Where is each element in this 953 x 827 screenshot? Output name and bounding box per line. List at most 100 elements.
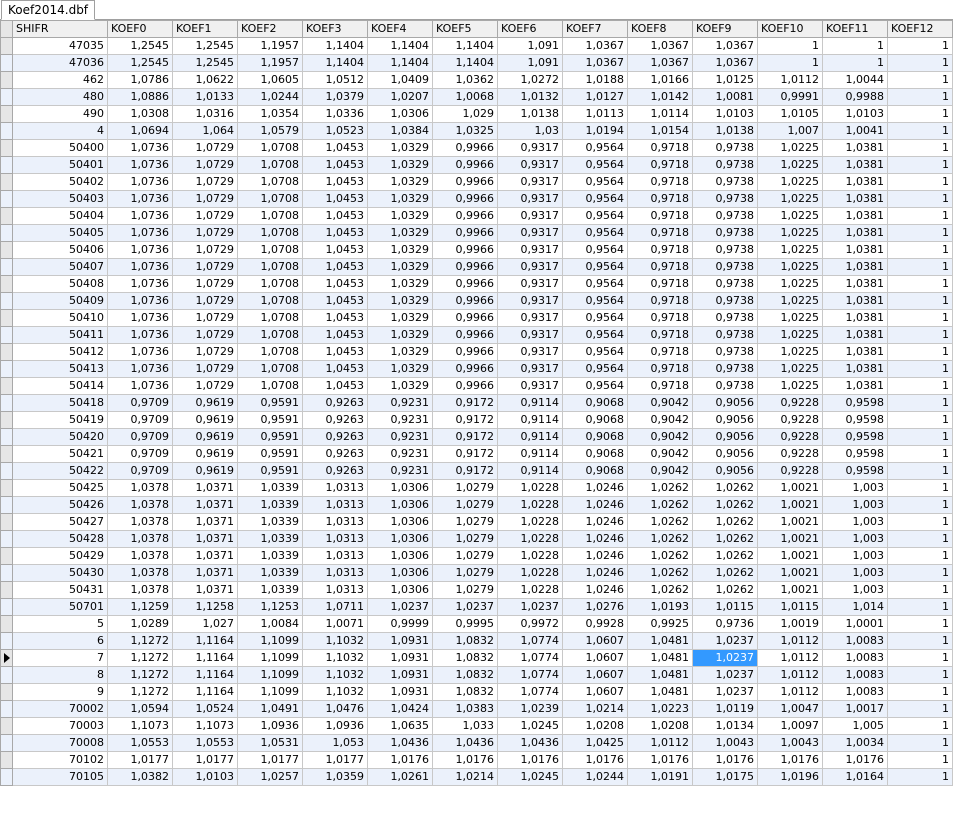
cell-koef3[interactable]: 1,0313 [302,479,368,497]
cell-koef9[interactable]: 0,9738 [692,360,758,378]
cell-koef3[interactable]: 1,1032 [302,683,368,701]
cell-koef2[interactable]: 1,0339 [237,513,303,531]
cell-koef4[interactable]: 1,0261 [367,768,433,786]
cell-koef6[interactable]: 0,9317 [497,224,563,242]
cell-koef5[interactable]: 1,0279 [432,564,498,582]
cell-koef8[interactable]: 1,0481 [627,666,693,684]
cell-koef6[interactable]: 0,9114 [497,462,563,480]
row-indicator[interactable] [0,156,13,174]
cell-koef12[interactable]: 1 [887,700,953,718]
cell-koef1[interactable]: 1,0553 [172,734,238,752]
cell-koef3[interactable]: 1,0936 [302,717,368,735]
cell-koef1[interactable]: 1,0371 [172,479,238,497]
cell-koef12[interactable]: 1 [887,666,953,684]
cell-koef12[interactable]: 1 [887,564,953,582]
cell-koef6[interactable]: 1,091 [497,37,563,55]
cell-koef6[interactable]: 1,0436 [497,734,563,752]
cell-koef12[interactable]: 1 [887,360,953,378]
cell-koef5[interactable]: 1,0237 [432,598,498,616]
table-row[interactable]: 50408 1,0736 1,0729 1,0708 1,0453 1,0329 0,996… [0,275,953,293]
cell-koef1[interactable]: 0,9619 [172,394,238,412]
cell-koef9[interactable]: 1,0125 [692,71,758,89]
cell-koef7[interactable]: 0,9564 [562,377,628,395]
row-indicator[interactable] [0,173,13,191]
cell-shifr[interactable]: 50410 [12,309,108,327]
row-indicator[interactable] [0,564,13,582]
cell-koef11[interactable]: 0,9598 [822,428,888,446]
cell-koef11[interactable]: 1,0381 [822,224,888,242]
cell-koef0[interactable]: 1,0736 [107,377,173,395]
cell-koef12[interactable]: 1 [887,615,953,633]
cell-koef8[interactable]: 0,9718 [627,360,693,378]
cell-koef12[interactable]: 1 [887,139,953,157]
cell-koef5[interactable]: 0,9966 [432,241,498,259]
cell-koef3[interactable]: 1,0453 [302,292,368,310]
cell-koef12[interactable]: 1 [887,309,953,327]
cell-koef0[interactable]: 1,0736 [107,343,173,361]
cell-koef8[interactable]: 1,0142 [627,88,693,106]
cell-koef12[interactable]: 1 [887,343,953,361]
cell-koef3[interactable]: 1,0313 [302,496,368,514]
cell-koef1[interactable]: 1,0371 [172,564,238,582]
cell-koef5[interactable]: 0,9966 [432,224,498,242]
cell-koef2[interactable]: 1,0708 [237,156,303,174]
cell-koef6[interactable]: 1,0228 [497,530,563,548]
cell-koef9[interactable]: 1,0262 [692,479,758,497]
cell-koef9[interactable]: 1,0081 [692,88,758,106]
cell-koef5[interactable]: 0,9995 [432,615,498,633]
cell-koef2[interactable]: 0,9591 [237,394,303,412]
cell-koef1[interactable]: 1,0729 [172,190,238,208]
cell-koef4[interactable]: 1,0329 [367,326,433,344]
cell-koef0[interactable]: 1,0736 [107,309,173,327]
cell-koef1[interactable]: 1,0371 [172,581,238,599]
cell-koef1[interactable]: 1,0729 [172,139,238,157]
cell-koef3[interactable]: 1,0453 [302,173,368,191]
cell-koef11[interactable]: 1,0381 [822,241,888,259]
cell-koef9[interactable]: 0,9738 [692,190,758,208]
cell-koef5[interactable]: 0,9966 [432,190,498,208]
cell-shifr[interactable]: 490 [12,105,108,123]
cell-koef8[interactable]: 1,0262 [627,513,693,531]
cell-koef0[interactable]: 1,0594 [107,700,173,718]
cell-koef8[interactable]: 1,0114 [627,105,693,123]
cell-koef1[interactable]: 1,0729 [172,224,238,242]
cell-koef11[interactable]: 1,0001 [822,615,888,633]
cell-koef5[interactable]: 0,9172 [432,394,498,412]
cell-koef7[interactable]: 0,9068 [562,462,628,480]
cell-koef1[interactable]: 1,0371 [172,530,238,548]
row-indicator[interactable] [0,411,13,429]
cell-koef7[interactable]: 1,0208 [562,717,628,735]
table-row[interactable]: 50405 1,0736 1,0729 1,0708 1,0453 1,0329 0,996… [0,224,953,242]
row-indicator[interactable] [0,768,13,786]
cell-koef9[interactable]: 1,0138 [692,122,758,140]
table-row[interactable]: 70002 1,0594 1,0524 1,0491 1,0476 1,0424 1,038… [0,700,953,718]
column-header-koef5[interactable]: KOEF5 [432,20,498,38]
cell-koef2[interactable]: 1,0491 [237,700,303,718]
cell-koef0[interactable]: 1,0378 [107,564,173,582]
cell-koef1[interactable]: 1,0316 [172,105,238,123]
cell-koef7[interactable]: 0,9564 [562,224,628,242]
cell-shifr[interactable]: 50429 [12,547,108,565]
cell-koef4[interactable]: 1,0384 [367,122,433,140]
cell-koef4[interactable]: 1,0329 [367,360,433,378]
cell-koef7[interactable]: 0,9564 [562,343,628,361]
cell-koef2[interactable]: 0,9591 [237,411,303,429]
cell-koef12[interactable]: 1 [887,122,953,140]
column-header-koef3[interactable]: KOEF3 [302,20,368,38]
cell-shifr[interactable]: 9 [12,683,108,701]
cell-koef7[interactable]: 1,0246 [562,530,628,548]
cell-koef0[interactable]: 1,0378 [107,496,173,514]
cell-koef4[interactable]: 1,0436 [367,734,433,752]
cell-koef2[interactable]: 0,9591 [237,445,303,463]
table-row[interactable]: 50428 1,0378 1,0371 1,0339 1,0313 1,0306 1,027… [0,530,953,548]
row-indicator[interactable] [0,71,13,89]
cell-koef6[interactable]: 1,0272 [497,71,563,89]
cell-koef5[interactable]: 0,9172 [432,411,498,429]
cell-koef1[interactable]: 1,1073 [172,717,238,735]
cell-koef1[interactable]: 1,1258 [172,598,238,616]
cell-koef11[interactable]: 1,0044 [822,71,888,89]
cell-koef2[interactable]: 1,0708 [237,190,303,208]
cell-koef1[interactable]: 1,0729 [172,292,238,310]
cell-koef12[interactable]: 1 [887,258,953,276]
cell-koef7[interactable]: 1,0246 [562,496,628,514]
